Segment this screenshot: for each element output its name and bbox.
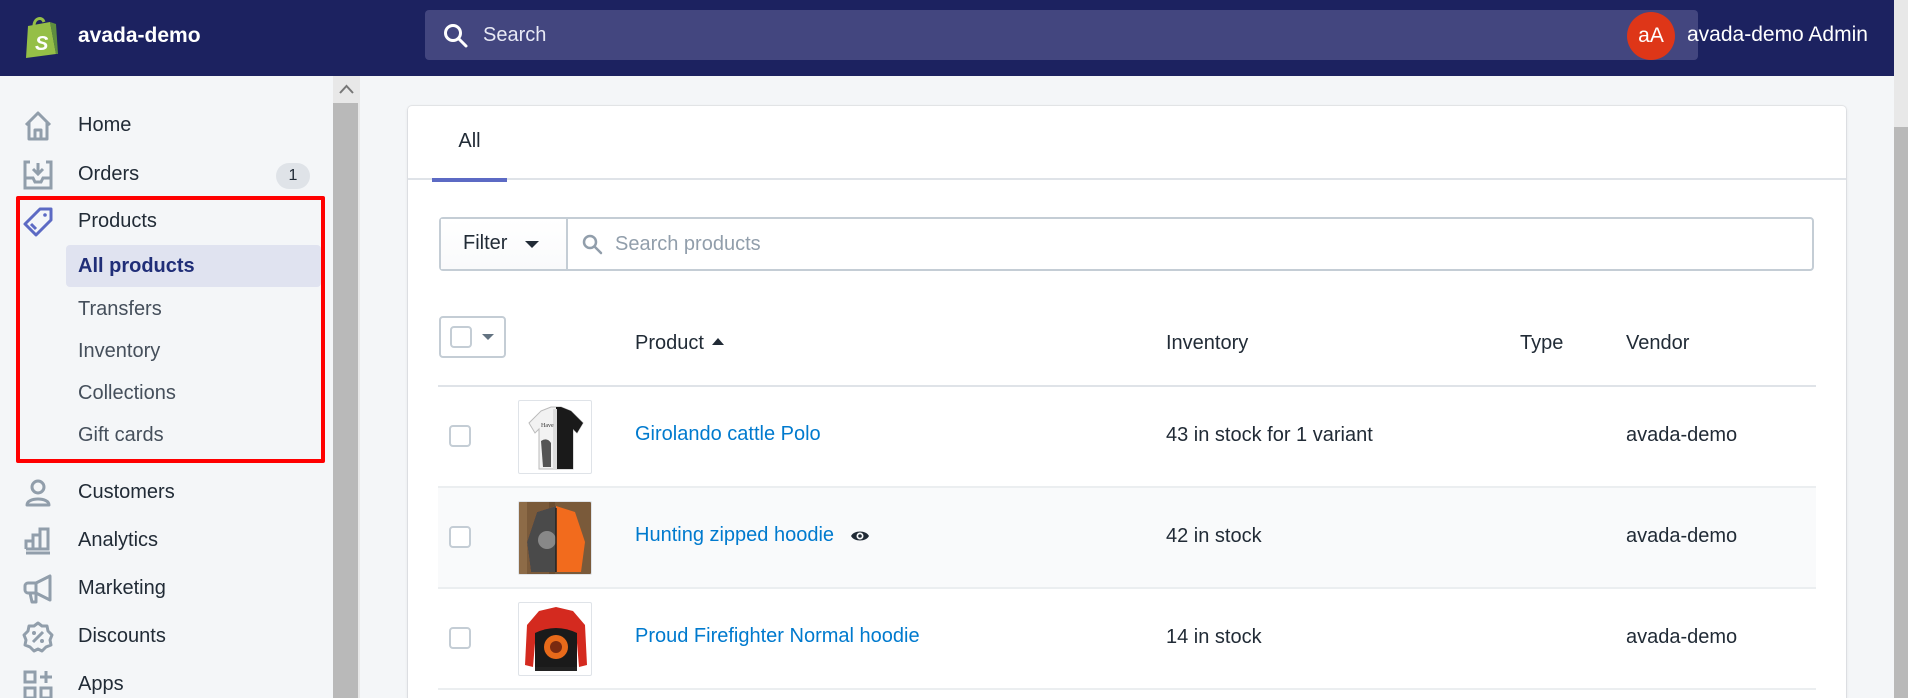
jacket-image [525,607,587,671]
discount-icon [22,621,54,653]
sidebar-item-products[interactable]: Products [0,202,333,242]
row-checkbox[interactable] [449,526,471,548]
polo-shirt-image: Have [528,406,584,470]
sidebar-scrollbar-thumb[interactable] [333,103,358,698]
product-thumbnail[interactable] [518,501,592,575]
sidebar-item-discounts[interactable]: Discounts [0,617,333,657]
inventory-cell: 43 in stock for 1 variant [1166,424,1373,446]
sidebar-item-label: Apps [78,673,124,695]
page-scrollbar[interactable] [1894,0,1908,698]
sidebar-item-label: Products [78,210,157,232]
sidebar-item-label: Marketing [78,577,166,599]
sidebar-nav: Home Orders 1 Products All products Tran… [0,76,333,698]
product-link[interactable]: Girolando cattle Polo [635,423,821,446]
vendor-cell: avada-demo [1626,424,1738,446]
select-all-checkbox[interactable] [450,326,472,348]
bulk-select-dropdown[interactable] [439,316,506,358]
tab-bar: All [408,106,1846,182]
column-label: Product [635,332,704,354]
caret-down-icon [525,241,539,248]
table-row[interactable]: Hunting zipped hoodie 42 in stock avada-… [438,488,1816,589]
eye-icon[interactable] [850,529,870,543]
orders-count-badge: 1 [276,163,310,189]
row-checkbox[interactable] [449,425,471,447]
inventory-cell: 14 in stock [1166,626,1262,648]
product-name: Girolando cattle Polo [635,423,821,445]
page-scrollbar-thumb[interactable] [1894,127,1908,698]
sidebar-subitem-label: Transfers [78,298,162,320]
sidebar-item-home[interactable]: Home [0,106,333,146]
sidebar-item-analytics[interactable]: Analytics [0,521,333,561]
row-checkbox[interactable] [449,627,471,649]
vendor-cell: avada-demo [1626,626,1738,648]
sidebar-scrollbar[interactable] [333,76,360,698]
shopify-logo-icon[interactable]: S [22,14,62,58]
orders-icon [23,160,53,190]
column-header-vendor[interactable]: Vendor [1626,332,1689,355]
column-header-type[interactable]: Type [1520,332,1563,355]
sidebar-subitem-label: Gift cards [78,424,164,446]
apps-icon [23,670,53,698]
filter-bar: Filter [439,217,1814,271]
sidebar-subitem-label: Collections [78,382,176,404]
product-name: Proud Firefighter Normal hoodie [635,625,920,647]
search-icon [444,24,468,48]
analytics-icon [24,527,50,555]
customer-icon [25,479,51,507]
svg-text:Have: Have [541,423,554,429]
product-name: Hunting zipped hoodie [635,524,835,546]
global-search-bar[interactable]: Search [425,10,1698,60]
tab-all[interactable]: All [432,106,507,182]
megaphone-icon [23,574,52,604]
top-bar: S avada-demo Search aA avada-demo Admin [0,0,1894,76]
sort-ascending-icon [711,338,724,345]
tab-label: All [458,130,481,152]
column-header-product[interactable]: Product [635,332,724,355]
caret-down-icon [482,334,494,340]
tag-icon [23,207,53,237]
sidebar-item-label: Discounts [78,625,166,647]
sidebar-subitem-inventory[interactable]: Inventory [66,330,321,372]
store-name[interactable]: avada-demo [78,24,201,48]
sidebar-subitem-all-products[interactable]: All products [66,245,321,287]
sidebar-subitem-gift-cards[interactable]: Gift cards [66,414,321,456]
svg-text:S: S [35,33,49,55]
sidebar-item-label: Analytics [78,529,159,551]
global-search-placeholder: Search [483,24,547,46]
search-products-input[interactable] [615,227,1795,261]
table-row[interactable]: Proud Firefighter Normal hoodie 14 in st… [438,589,1816,690]
sidebar-subitem-label: Inventory [78,340,161,362]
sidebar-item-label: Orders [78,163,140,185]
product-thumbnail[interactable] [518,602,592,676]
home-icon [24,111,52,141]
active-tab-indicator [432,178,507,182]
sidebar-item-label: Home [78,114,132,136]
sidebar-subitem-collections[interactable]: Collections [66,372,321,414]
hoodie-image [519,502,591,574]
filter-button[interactable]: Filter [441,219,568,269]
sidebar-item-apps[interactable]: Apps [0,665,333,698]
filter-label: Filter [463,232,508,254]
sidebar-item-customers[interactable]: Customers [0,473,333,513]
column-header-inventory[interactable]: Inventory [1166,332,1248,355]
table-header: Product Inventory Type Vendor [438,300,1816,387]
sidebar-subitem-label: All products [78,255,195,277]
sidebar-item-label: Customers [78,481,175,503]
sidebar-item-orders[interactable]: Orders 1 [0,155,333,195]
inventory-cell: 42 in stock [1166,525,1262,547]
product-link[interactable]: Hunting zipped hoodie [635,524,870,547]
user-name[interactable]: avada-demo Admin [1687,23,1868,47]
products-card: All Filter Product Inventory Type Vendor [408,106,1846,698]
sidebar-subitem-transfers[interactable]: Transfers [66,288,321,330]
product-link[interactable]: Proud Firefighter Normal hoodie [635,625,920,648]
sidebar-item-marketing[interactable]: Marketing [0,569,333,609]
table-row[interactable]: Have Girolando cattle Polo 43 in stock f… [438,387,1816,488]
product-thumbnail[interactable]: Have [518,400,592,474]
vendor-cell: avada-demo [1626,525,1738,547]
search-icon [582,234,603,255]
scroll-up-arrow-icon[interactable] [333,76,360,103]
user-avatar[interactable]: aA [1627,12,1675,60]
